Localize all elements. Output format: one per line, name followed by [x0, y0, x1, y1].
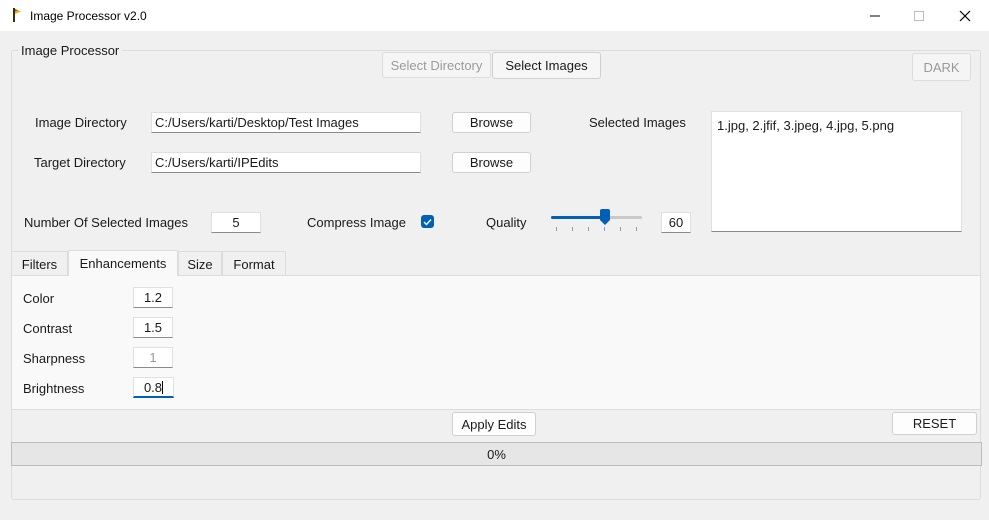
group-title: Image Processor [18, 43, 123, 58]
slider-tick [588, 227, 589, 231]
color-label: Color [23, 291, 55, 306]
tab-size[interactable]: Size [178, 251, 222, 276]
quality-label: Quality [486, 215, 527, 230]
target-directory-label: Target Directory [34, 155, 126, 170]
close-button[interactable] [942, 0, 988, 31]
apply-edits-button[interactable]: Apply Edits [452, 412, 536, 436]
num-selected-field[interactable]: 5 [211, 212, 261, 233]
sharpness-label: Sharpness [23, 351, 86, 366]
slider-tick [572, 227, 573, 231]
checkmark-icon [423, 218, 432, 226]
select-directory-button[interactable]: Select Directory [382, 52, 491, 78]
slider-fill [551, 216, 605, 219]
slider-tick [620, 227, 621, 231]
maximize-button[interactable] [896, 0, 942, 31]
slider-tick [636, 227, 637, 231]
maximize-icon [914, 10, 924, 21]
slider-tick [556, 227, 557, 231]
contrast-label: Contrast [23, 321, 73, 336]
brightness-value: 0.8 [143, 380, 163, 395]
tab-bar: Filters Enhancements Size Format [11, 250, 981, 276]
brightness-label: Brightness [23, 381, 85, 396]
quality-slider[interactable] [551, 209, 642, 231]
browse-target-directory-button[interactable]: Browse [452, 152, 531, 173]
selected-images-label: Selected Images [589, 115, 686, 130]
flag-icon [13, 8, 21, 22]
slider-thumb[interactable] [599, 209, 610, 226]
progress-bar: 0% [11, 442, 982, 466]
num-selected-label: Number Of Selected Images [24, 215, 189, 230]
selected-images-list[interactable]: 1.jpg, 2.jfif, 3.jpeg, 4.jpg, 5.png [711, 111, 962, 232]
dark-mode-button[interactable]: DARK [912, 53, 971, 81]
contrast-field[interactable]: 1.5 [133, 317, 173, 338]
client-area: Image Processor Select Directory Select … [0, 31, 989, 520]
image-directory-label: Image Directory [35, 115, 127, 130]
title-bar: Image Processor v2.0 [0, 0, 989, 31]
color-field[interactable]: 1.2 [133, 287, 173, 308]
select-images-button[interactable]: Select Images [492, 52, 601, 79]
tab-enhancements[interactable]: Enhancements [68, 250, 178, 276]
brightness-field[interactable]: 0.8 [133, 377, 174, 398]
target-directory-field[interactable]: C:/Users/karti/IPEdits [151, 152, 421, 173]
text-caret [162, 381, 164, 394]
minimize-icon [870, 15, 880, 16]
slider-tick [604, 227, 605, 231]
tab-filters[interactable]: Filters [11, 251, 68, 276]
reset-button[interactable]: RESET [892, 412, 977, 435]
sharpness-field[interactable]: 1 [133, 347, 173, 368]
close-icon [959, 10, 971, 21]
compress-image-label: Compress Image [307, 215, 406, 230]
minimize-button[interactable] [852, 0, 898, 31]
tab-format[interactable]: Format [222, 251, 286, 276]
browse-image-directory-button[interactable]: Browse [452, 112, 531, 133]
progress-text: 0% [487, 446, 506, 462]
window-title: Image Processor v2.0 [30, 9, 147, 23]
quality-value-field[interactable]: 60 [661, 212, 691, 233]
compress-image-checkbox[interactable] [421, 215, 434, 228]
image-directory-field[interactable]: C:/Users/karti/Desktop/Test Images [151, 112, 421, 133]
